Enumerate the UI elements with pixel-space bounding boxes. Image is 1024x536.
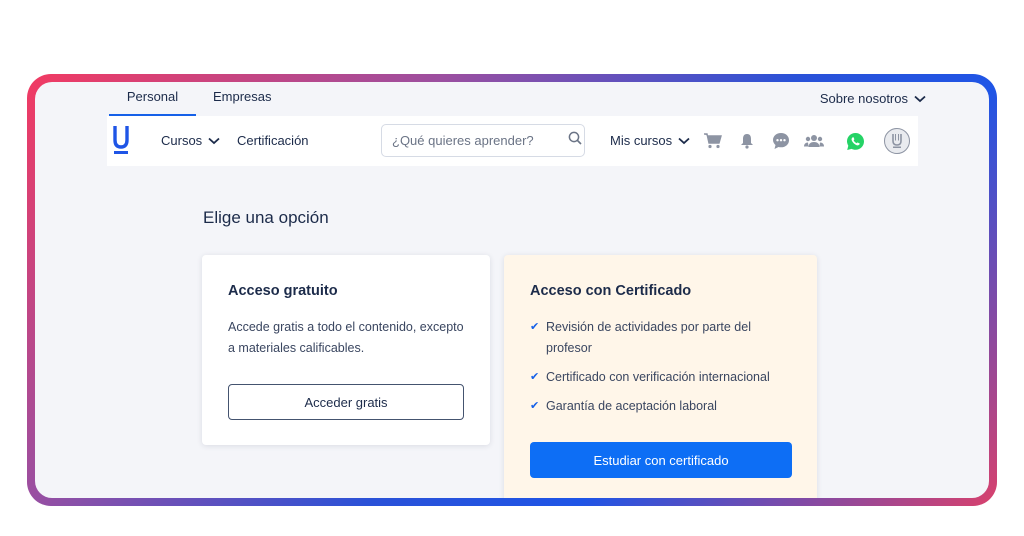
list-item: ✔ Certificado con verificación internaci… [530,367,791,388]
users-icon[interactable] [804,131,824,151]
chevron-down-icon [914,84,926,114]
about-label: Sobre nosotros [819,91,908,106]
free-card-title: Acceso gratuito [228,283,338,299]
list-item: ✔ Revisión de actividades por parte del … [530,317,791,359]
check-icon: ✔ [530,321,540,333]
top-tabs: Personal Empresas Sobre nosotros [109,82,926,116]
chevron-down-icon [208,116,220,166]
certificate-access-card: Acceso con Certificado ✔ Revisión de act… [504,255,817,498]
cert-card-title: Acceso con Certificado [530,283,692,299]
benefit-text: Garantía de aceptación laboral [546,399,717,413]
navbar: Cursos Certificación Mis cursos [107,116,918,166]
check-icon: ✔ [530,400,540,412]
search-input[interactable] [392,133,568,148]
benefit-text: Certificado con verificación internacion… [546,370,770,384]
chat-icon[interactable] [771,131,791,151]
chevron-down-icon [678,116,690,166]
study-certificate-button[interactable]: Estudiar con certificado [530,442,792,478]
page-viewport: Personal Empresas Sobre nosotros Cursos [35,82,989,498]
benefits-list: ✔ Revisión de actividades por parte del … [530,317,791,417]
list-item: ✔ Garantía de aceptación laboral [530,396,791,417]
bell-icon[interactable] [737,131,757,151]
tab-empresas[interactable]: Empresas [213,82,272,116]
about-menu[interactable]: Sobre nosotros [820,82,926,116]
cart-icon[interactable] [703,131,723,151]
benefit-text: Revisión de actividades por parte del pr… [546,320,751,355]
tab-personal[interactable]: Personal [109,82,196,116]
nav-certificacion[interactable]: Certificación [237,116,309,166]
free-access-card: Acceso gratuito Accede gratis a todo el … [202,255,490,445]
free-card-description: Accede gratis a todo el contenido, excep… [228,320,464,355]
logo[interactable] [113,126,129,156]
search-box [381,124,585,157]
whatsapp-icon[interactable] [845,131,865,151]
nav-cursos[interactable]: Cursos [161,116,220,166]
search-icon[interactable] [568,131,582,150]
check-icon: ✔ [530,371,540,383]
nav-mis-cursos[interactable]: Mis cursos [610,116,690,166]
nav-mis-cursos-label: Mis cursos [610,133,673,148]
avatar[interactable] [884,128,910,154]
page-title: Elige una opción [203,208,329,227]
nav-cursos-label: Cursos [161,133,203,148]
gradient-frame: Personal Empresas Sobre nosotros Cursos [27,74,997,506]
access-free-button[interactable]: Acceder gratis [228,384,464,420]
